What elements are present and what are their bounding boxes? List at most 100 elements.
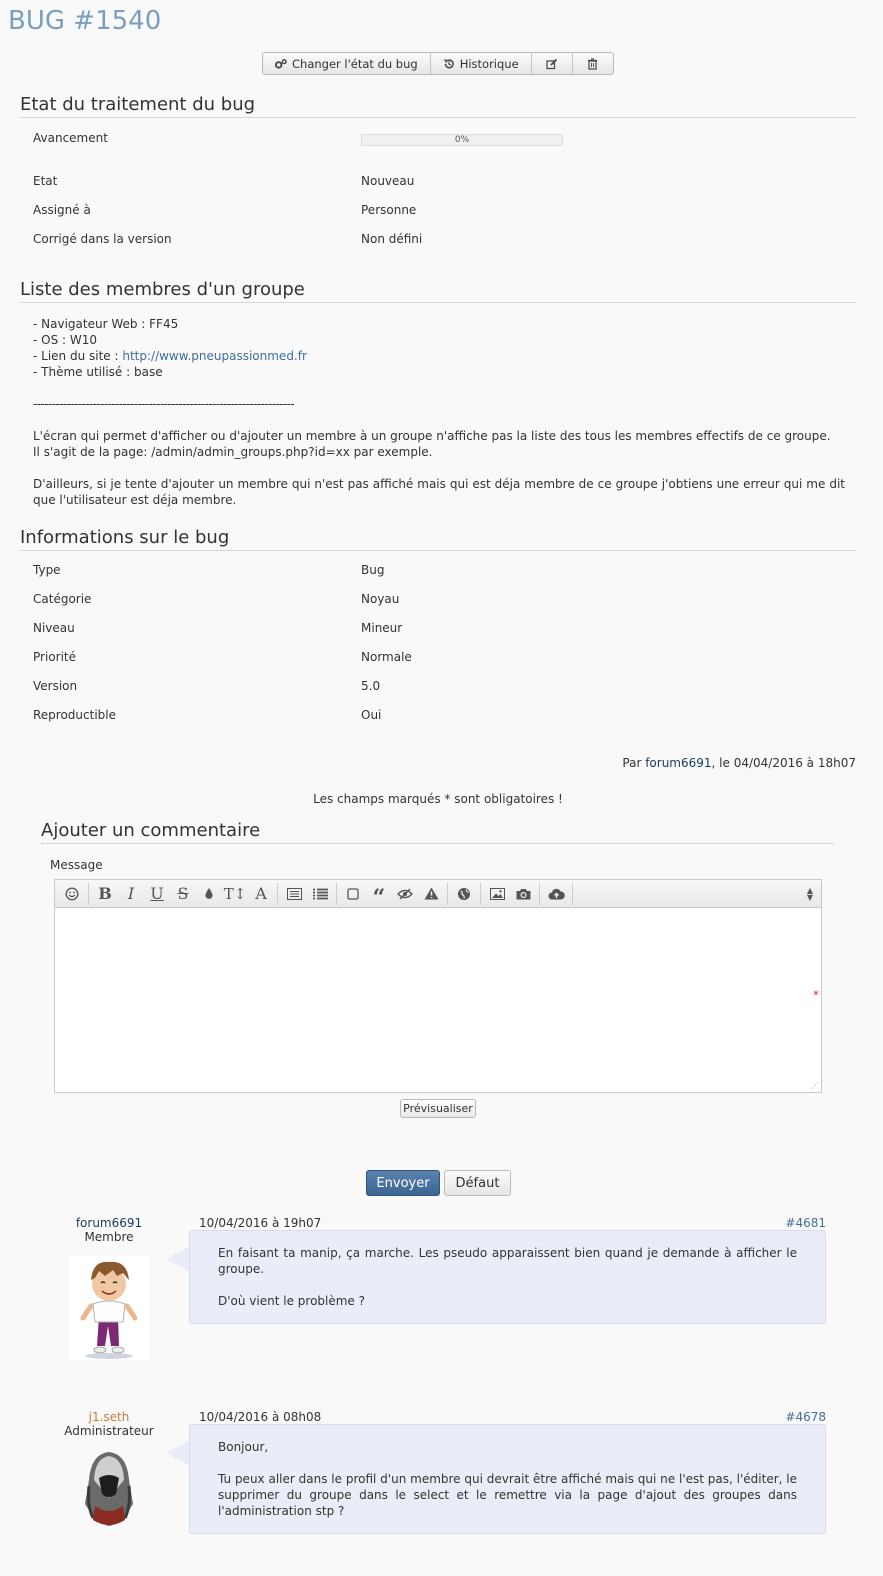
change-state-button[interactable]: Changer l'état du bug [263,53,431,74]
category-label: Catégorie [33,592,92,606]
quote-icon[interactable]: “ [366,881,392,909]
color-drop-icon[interactable] [196,881,222,907]
page-title: BUG #1540 [8,6,162,36]
reproducible-row: Reproductible Oui [33,708,853,726]
description-paragraph-2: D'ailleurs, si je tente d'ajouter un mem… [33,477,845,507]
globe-icon[interactable] [451,881,477,907]
underline-icon[interactable]: U [144,881,170,907]
resize-handle-icon[interactable]: ⋰ [811,1081,819,1090]
hide-icon[interactable] [392,881,418,907]
bug-byline: Par forum6691, le 04/04/2016 à 18h07 [622,756,856,770]
comment-permalink[interactable]: #4678 [785,1410,826,1424]
edit-icon [546,58,558,70]
separator-line: ----------------------------------------… [33,397,295,411]
type-label: Type [33,563,61,577]
category-row: Catégorie Noyau [33,592,853,610]
fixed-version-row: Corrigé dans la version Non défini [33,232,853,250]
add-comment-title: Ajouter un commentaire [41,820,834,844]
comment-author-name[interactable]: forum6691 [50,1216,168,1230]
progress-label: Avancement [33,131,108,145]
comment-paragraph: D'où vient le problème ? [218,1294,365,1308]
align-icon[interactable] [281,881,307,907]
info-section-title: Informations sur le bug [20,527,856,551]
comment-date: 10/04/2016 à 19h07 [199,1216,322,1230]
os-line: - OS : W10 [33,333,98,347]
type-value: Bug [361,563,385,577]
status-section-title: Etat du traitement du bug [20,94,856,118]
font-icon[interactable]: A [248,881,274,907]
type-row: Type Bug [33,563,853,581]
site-line: - Lien du site : http://www.pneupassionm… [33,348,845,364]
comment-author-rank: Administrateur [64,1424,154,1438]
bug-description: - Navigateur Web : FF45 - OS : W10 - Lie… [33,316,845,508]
strikethrough-icon[interactable]: S [170,881,196,907]
description-paragraph-1b: Il s'agit de la page: /admin/admin_group… [33,445,433,459]
comment-paragraph: En faisant ta manip, ça marche. Les pseu… [218,1246,797,1276]
comment-paragraph: Bonjour, [218,1440,269,1454]
byline-date: , le 04/04/2016 à 18h07 [711,756,856,770]
bubble-tail [166,1440,190,1466]
progress-bar: 0% [361,134,563,146]
message-textarea[interactable] [55,909,821,1092]
bold-icon[interactable]: B [92,881,118,907]
browser-line: - Navigateur Web : FF45 [33,317,179,331]
checkbox-icon[interactable] [340,881,366,907]
comment-date: 10/04/2016 à 08h08 [199,1410,322,1424]
edit-button[interactable] [532,53,573,74]
version-row: Version 5.0 [33,679,853,697]
preview-button[interactable]: Prévisualiser [400,1099,476,1118]
version-value: 5.0 [361,679,381,693]
avatar [69,1256,149,1360]
history-icon [443,58,455,70]
site-link[interactable]: http://www.pneupassionmed.fr [122,349,307,363]
message-label: Message [50,858,103,872]
priority-row: Priorité Normale [33,650,853,668]
comment-author-name[interactable]: j1.seth [50,1410,168,1424]
bubble-tail [166,1246,190,1272]
reproducible-label: Reproductible [33,708,117,722]
list-icon[interactable] [307,881,333,907]
delete-button[interactable] [573,53,613,74]
assigned-label: Assigné à [33,203,91,217]
toolbar-expand-icon[interactable]: ▲ ▼ [807,886,813,901]
font-size-icon[interactable]: T↕ [222,881,248,907]
comment-permalink[interactable]: #4681 [785,1216,826,1230]
description-title: Liste des membres d'un groupe [20,279,856,303]
site-prefix: - Lien du site : [33,349,123,363]
fixed-version-value: Non défini [361,232,423,246]
trash-icon [587,57,599,70]
priority-value: Normale [361,650,412,664]
submit-button[interactable]: Envoyer [366,1170,440,1196]
status-row: Etat Nouveau [33,174,853,192]
level-label: Niveau [33,621,75,635]
byline-author-link[interactable]: forum6691 [645,756,711,770]
comment-item: forum6691 Membre 10/04/2016 à 19h07 #468… [50,1216,830,1366]
camera-icon[interactable] [510,881,536,907]
fixed-version-label: Corrigé dans la version [33,232,172,246]
cloud-upload-icon[interactable] [543,881,569,907]
italic-icon[interactable]: I [118,881,144,907]
level-value: Mineur [361,621,403,635]
comment-body: Bonjour, Tu peux aller dans le profil d'… [189,1424,826,1534]
history-button[interactable]: Historique [431,53,532,74]
default-button[interactable]: Défaut [444,1170,511,1196]
theme-line: - Thème utilisé : base [33,365,163,379]
smiley-icon[interactable] [59,881,85,907]
assigned-row: Assigné à Personne [33,203,853,221]
byline-prefix: Par [622,756,646,770]
image-icon[interactable] [484,881,510,907]
editor-toolbar: B I U S T↕ A “ ▲ ▼ [55,880,821,909]
version-label: Version [33,679,78,693]
comment-item: j1.seth Administrateur 10/04/2016 à 08h0… [50,1410,830,1560]
comment-author-rank: Membre [84,1230,134,1244]
bug-toolbar: Changer l'état du bug Historique [262,52,614,75]
change-state-label: Changer l'état du bug [292,56,418,71]
gears-icon [275,58,287,70]
status-label: Etat [33,174,58,188]
level-row: Niveau Mineur [33,621,853,639]
priority-label: Priorité [33,650,76,664]
description-paragraph-1a: L'écran qui permet d'afficher ou d'ajout… [33,429,831,443]
warning-icon[interactable] [418,881,444,907]
history-label: Historique [459,56,519,71]
assigned-value: Personne [361,203,417,217]
